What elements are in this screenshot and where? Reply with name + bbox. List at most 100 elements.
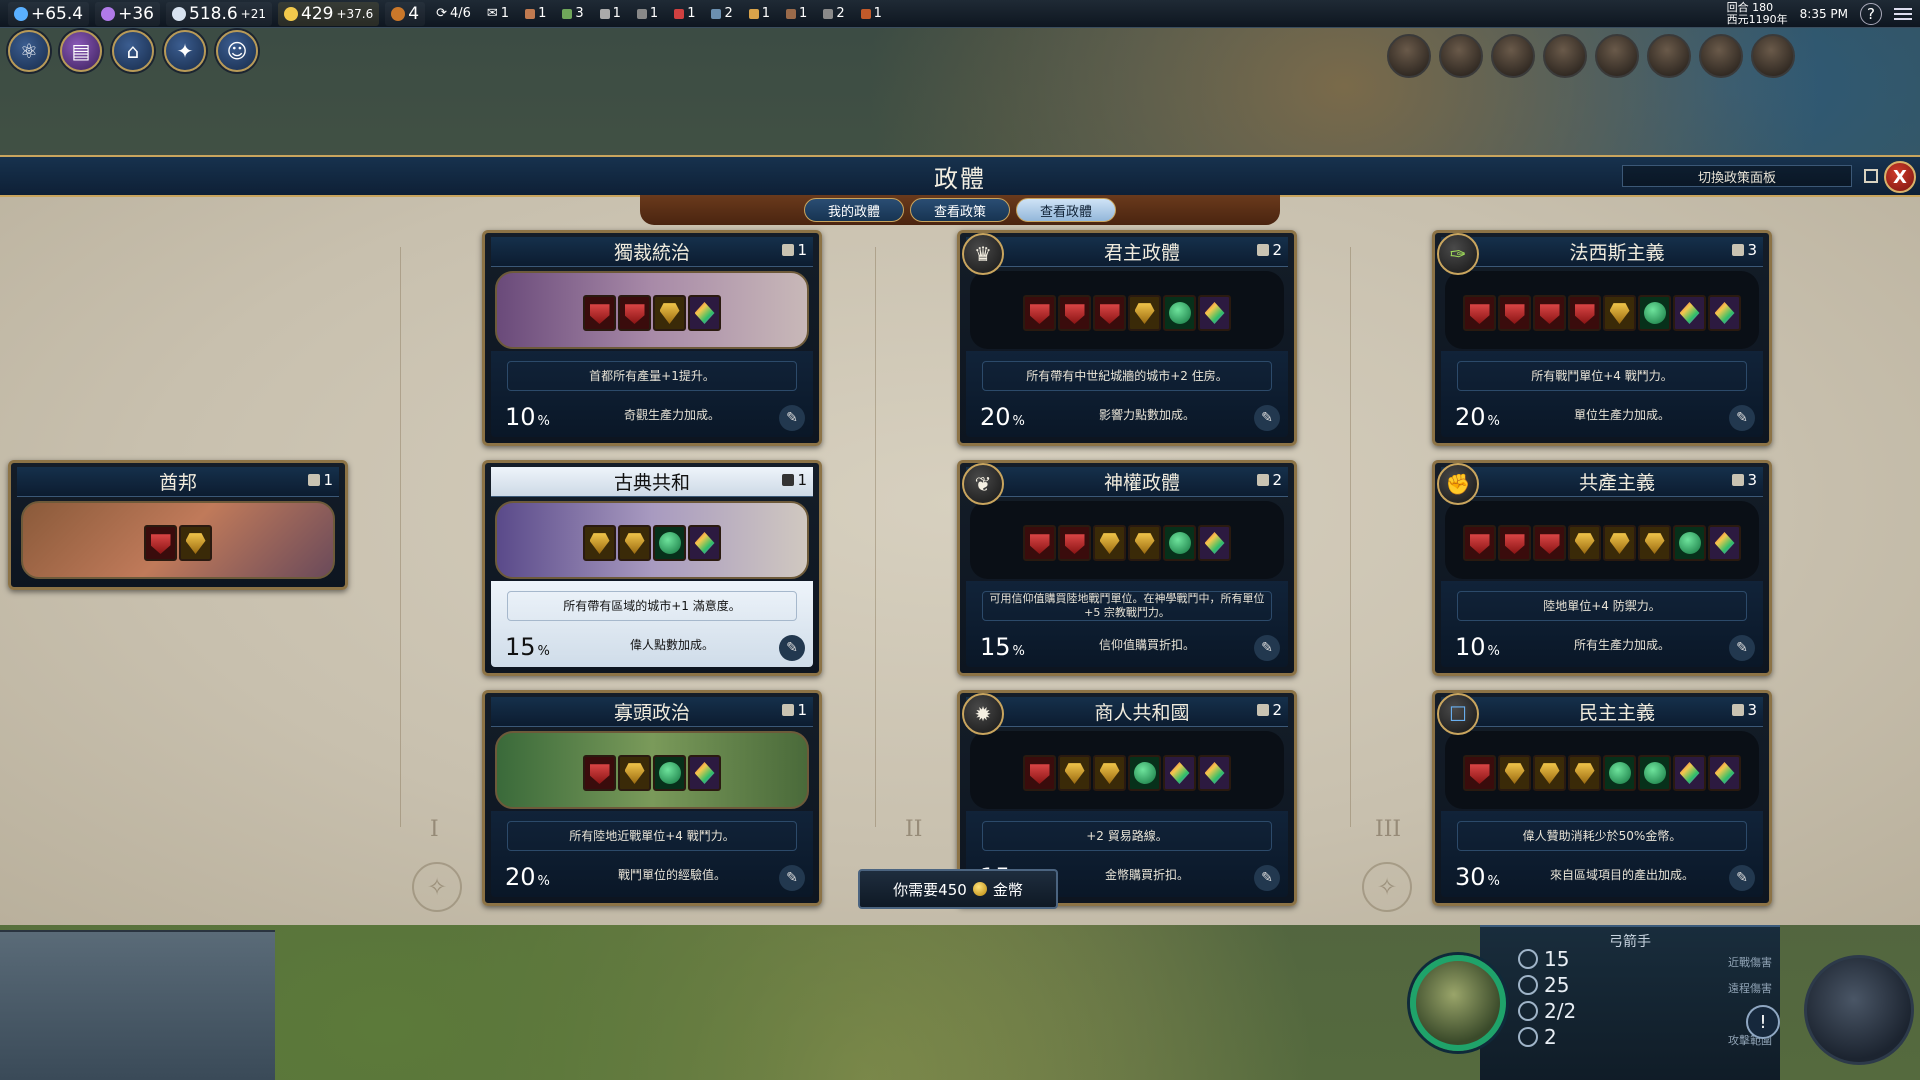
end-turn-button[interactable]	[1804, 955, 1914, 1065]
resource-1[interactable]: 3	[557, 6, 588, 21]
leader-portraits	[1387, 34, 1795, 78]
civics-tree-button[interactable]: ▤	[60, 30, 102, 72]
economic-gem-icon	[1574, 763, 1595, 784]
culture-yield[interactable]: +36	[95, 1, 160, 26]
diplomatic-slot	[653, 525, 686, 561]
faith-icon	[172, 6, 186, 21]
military-gem-icon	[1469, 534, 1490, 554]
close-button[interactable]: X	[1884, 161, 1916, 193]
government-card-chiefdom[interactable]: 酋邦 1	[8, 460, 348, 590]
movement: 2/2	[1518, 999, 1576, 1023]
tab-my-government[interactable]: 我的政體	[804, 198, 904, 222]
resource-0[interactable]: 1	[520, 6, 551, 21]
era-badge: 1	[308, 471, 333, 489]
government-card-classical-republic[interactable]: 古典共和 1 所有帶有區域的城市+1 滿意度。 15% 偉人點數加成。 ✎	[482, 460, 822, 676]
policy-slots	[1435, 525, 1769, 561]
government-card-communism[interactable]: ✊ 共產主義 3 陸地單位+4 防禦力。 10% 所有生產力加成。 ✎	[1432, 460, 1772, 676]
resource-7[interactable]: 1	[781, 6, 812, 21]
economic-gem-icon	[1609, 303, 1630, 324]
economic-slot	[1498, 755, 1531, 791]
diplomatic-slot	[1673, 525, 1706, 561]
compass-icon: ✧	[412, 862, 462, 912]
target-icon	[1518, 975, 1538, 995]
government-card-monarchy[interactable]: ♛ 君主政體 2 所有帶有中世紀城牆的城市+2 住房。 20% 影響力點數加成。…	[957, 230, 1297, 446]
era-badge: 1	[782, 471, 807, 489]
government-name: 古典共和	[491, 467, 813, 497]
government-card-autocracy[interactable]: 獨裁統治 1 首都所有產量+1提升。 10% 奇觀生產力加成。 ✎	[482, 230, 822, 446]
envoys[interactable]: ✉ 1	[482, 6, 514, 21]
leader-portrait[interactable]	[1491, 34, 1535, 78]
trade-route-icon: ⟳	[436, 6, 447, 21]
wildcard-slot	[1708, 525, 1741, 561]
military-gem-icon	[1099, 304, 1120, 324]
military-slot	[1533, 295, 1566, 331]
government-card-oligarchy[interactable]: 寡頭政治 1 所有陸地近戰單位+4 戰鬥力。 20% 戰鬥單位的經驗值。 ✎	[482, 690, 822, 906]
faith-yield[interactable]: 518.6 +21	[166, 1, 272, 26]
resource-9[interactable]: 1	[856, 6, 887, 21]
help-icon[interactable]: ?	[1860, 3, 1882, 25]
military-gem-icon	[1504, 304, 1525, 324]
leader-portrait[interactable]	[1543, 34, 1587, 78]
military-slot	[1023, 755, 1056, 791]
government-card-fascism[interactable]: ✑ 法西斯主義 3 所有戰鬥單位+4 戰鬥力。 20% 單位生產力加成。 ✎	[1432, 230, 1772, 446]
era-icon	[782, 704, 795, 716]
leader-portrait[interactable]	[1595, 34, 1639, 78]
military-slot	[144, 525, 177, 561]
inherent-bonus: 所有帶有區域的城市+1 滿意度。	[507, 591, 797, 621]
wildcard-slot	[1708, 755, 1741, 791]
leader-portrait[interactable]	[1699, 34, 1743, 78]
resource-8[interactable]: 2	[818, 6, 849, 21]
great-people-button[interactable]: ☺	[216, 30, 258, 72]
toggle-policy-checkbox[interactable]	[1864, 169, 1878, 183]
wildcard-slot	[688, 295, 721, 331]
alert-icon[interactable]: !	[1746, 1005, 1780, 1039]
wildcard-gem-icon	[1714, 532, 1735, 554]
military-slot	[1498, 295, 1531, 331]
military-gem-icon	[1064, 304, 1085, 324]
resource-6[interactable]: 1	[744, 6, 775, 21]
resource-2[interactable]: 1	[595, 6, 626, 21]
menu-icon[interactable]	[1894, 8, 1912, 20]
military-gem-icon	[150, 534, 171, 554]
era-icon	[1257, 474, 1270, 486]
leader-portrait[interactable]	[1647, 34, 1691, 78]
government-button[interactable]: ⌂	[112, 30, 154, 72]
economic-slot	[1638, 525, 1671, 561]
era-badge: 2	[1257, 701, 1282, 719]
toggle-policy-panel[interactable]: 切換政策面板	[1622, 165, 1878, 187]
column-divider	[875, 247, 876, 827]
panel-header: 政體 切換政策面板 X	[0, 157, 1920, 197]
melee-label: 近戰傷害	[1728, 956, 1772, 969]
bonus-section: 所有戰鬥單位+4 戰鬥力。 20% 單位生產力加成。 ✎	[1441, 351, 1763, 437]
leader-portrait[interactable]	[1439, 34, 1483, 78]
quill-icon: ✎	[1254, 405, 1280, 431]
resource-3[interactable]: 1	[632, 6, 663, 21]
era-badge: 2	[1257, 241, 1282, 259]
sword-icon	[1518, 949, 1538, 969]
resource-4[interactable]: 1	[669, 6, 700, 21]
leader-portrait[interactable]	[1387, 34, 1431, 78]
gold-yield[interactable]: 429 +37.6	[278, 1, 380, 26]
trade-routes[interactable]: ⟳ 4/6	[431, 6, 476, 21]
government-card-democracy[interactable]: ☐ 民主主義 3 偉人贊助消耗少於50%金幣。 30% 來自區域項目的產出加成。…	[1432, 690, 1772, 906]
toggle-policy-label: 切換政策面板	[1622, 165, 1852, 187]
unit-portrait[interactable]	[1410, 955, 1506, 1051]
inherent-bonus: +2 貿易路線。	[982, 821, 1272, 851]
wildcard-gem-icon	[694, 302, 715, 324]
leader-portrait[interactable]	[1751, 34, 1795, 78]
envoy-icon: ✉	[486, 6, 498, 21]
science-yield[interactable]: +65.4	[8, 1, 90, 26]
economic-gem-icon	[1504, 763, 1525, 784]
wildcard-gem-icon	[1714, 302, 1735, 324]
minimap[interactable]	[0, 930, 275, 1080]
quill-icon: ✎	[779, 635, 805, 661]
resource-5[interactable]: 2	[706, 6, 737, 21]
quill-icon: ✎	[1729, 405, 1755, 431]
tab-view-policies[interactable]: 查看政策	[910, 198, 1010, 222]
trade-count[interactable]: 4	[385, 1, 426, 26]
religion-button[interactable]: ✦	[164, 30, 206, 72]
military-slot	[1093, 295, 1126, 331]
science-tree-button[interactable]: ⚛	[8, 30, 50, 72]
government-card-theocracy[interactable]: ❦ 神權政體 2 可用信仰值購買陸地戰鬥單位。在神學戰鬥中，所有單位+5 宗教戰…	[957, 460, 1297, 676]
tab-view-governments[interactable]: 查看政體	[1016, 198, 1116, 222]
